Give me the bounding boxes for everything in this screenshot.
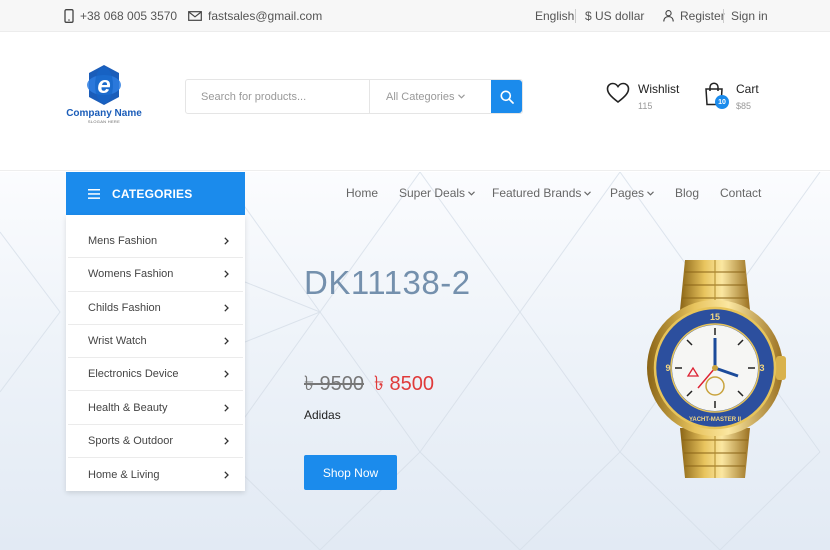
cart-count-badge: 10 bbox=[715, 95, 729, 109]
chevron-right-icon bbox=[224, 471, 229, 479]
category-label: Sports & Outdoor bbox=[88, 434, 173, 447]
price-row: ৳ 9500 ৳ 8500 bbox=[304, 369, 434, 402]
signin-label: Sign in bbox=[731, 9, 768, 23]
nav-label: Blog bbox=[675, 186, 700, 200]
shop-now-button[interactable]: Shop Now bbox=[304, 455, 397, 490]
search-input[interactable] bbox=[186, 80, 370, 113]
svg-text:15: 15 bbox=[710, 312, 720, 322]
category-dropdown-label: All Categories bbox=[386, 90, 455, 103]
chevron-right-icon bbox=[224, 270, 229, 279]
nav-pages[interactable]: Pages bbox=[610, 186, 654, 200]
register-link[interactable]: Register bbox=[663, 6, 725, 26]
nav-label: Pages bbox=[610, 186, 645, 200]
category-item-home-living[interactable]: Home & Living bbox=[68, 458, 243, 491]
register-label: Register bbox=[680, 9, 725, 23]
product-watch-image: 15 3 9 YACHT-MASTER II bbox=[647, 260, 786, 478]
logo-icon: e bbox=[87, 65, 121, 105]
nav-label: Super Deals bbox=[399, 186, 466, 200]
category-item-sports-outdoor[interactable]: Sports & Outdoor bbox=[68, 425, 243, 459]
email-contact[interactable]: fastsales@gmail.com bbox=[188, 6, 322, 26]
nav-label: Home bbox=[346, 186, 379, 200]
chevron-right-icon bbox=[224, 237, 229, 245]
chevron-down-icon bbox=[584, 190, 592, 196]
chevron-down-icon bbox=[468, 190, 475, 196]
user-icon bbox=[663, 10, 674, 22]
category-label: Home & Living bbox=[88, 468, 160, 481]
svg-text:9: 9 bbox=[665, 363, 670, 373]
heart-icon bbox=[606, 82, 630, 104]
category-item-mens-fashion[interactable]: Mens Fashion bbox=[68, 225, 243, 259]
wishlist-link[interactable]: Wishlist 115 bbox=[606, 82, 679, 111]
wishlist-label: Wishlist bbox=[638, 82, 680, 96]
nav-featured-brands[interactable]: Featured Brands bbox=[492, 186, 592, 200]
category-item-health-beauty[interactable]: Health & Beauty bbox=[68, 391, 243, 425]
chevron-down-icon bbox=[458, 94, 466, 99]
signin-link[interactable]: Sign in bbox=[731, 6, 768, 26]
logo[interactable]: e Company Name SLOGAN HERE bbox=[66, 63, 142, 125]
chevron-down-icon bbox=[647, 190, 654, 196]
dial-text: YACHT-MASTER II bbox=[689, 417, 741, 423]
currency-selector[interactable]: $ US dollar bbox=[585, 6, 644, 26]
category-label: Health & Beauty bbox=[88, 401, 168, 414]
search-icon bbox=[500, 90, 514, 104]
divider bbox=[575, 9, 576, 23]
chevron-right-icon bbox=[224, 403, 229, 412]
chevron-right-icon bbox=[224, 437, 229, 445]
category-label: Electronics Device bbox=[88, 368, 179, 381]
category-item-womens-fashion[interactable]: Womens Fashion bbox=[68, 258, 243, 292]
slogan: SLOGAN HERE bbox=[87, 119, 121, 124]
nav-label: Contact bbox=[720, 186, 762, 200]
nav-home[interactable]: Home bbox=[346, 186, 378, 200]
category-list: Mens Fashion Womens Fashion Childs Fashi… bbox=[66, 215, 245, 491]
chevron-right-icon bbox=[224, 370, 229, 378]
email-address: fastsales@gmail.com bbox=[208, 9, 323, 23]
site-header: e Company Name SLOGAN HERE All Categorie… bbox=[0, 33, 830, 171]
search-button[interactable] bbox=[491, 80, 522, 113]
sale-price: ৳ 8500 bbox=[374, 373, 435, 395]
cart-link[interactable]: 10 Cart $85 bbox=[704, 82, 759, 111]
category-label: Womens Fashion bbox=[88, 268, 174, 281]
mail-icon bbox=[188, 11, 202, 21]
search-bar: All Categories bbox=[185, 79, 523, 114]
nav-contact[interactable]: Contact bbox=[720, 186, 761, 200]
top-bar: +38 068 005 3570 fastsales@gmail.com Eng… bbox=[0, 0, 830, 32]
company-name: Company Name bbox=[66, 108, 142, 119]
cart-label: Cart bbox=[736, 82, 759, 96]
currency-label: $ US dollar bbox=[585, 9, 645, 23]
category-label: Childs Fashion bbox=[88, 301, 161, 314]
nav-label: Featured Brands bbox=[492, 186, 582, 200]
hero-section: CATEGORIES Mens Fashion Womens Fashion C… bbox=[0, 172, 830, 550]
product-brand: Adidas bbox=[304, 408, 341, 422]
phone-icon bbox=[64, 9, 74, 23]
chevron-right-icon bbox=[224, 304, 229, 312]
phone-number: +38 068 005 3570 bbox=[80, 9, 178, 23]
category-label: Mens Fashion bbox=[88, 235, 158, 248]
product-title: DK11138-2 bbox=[304, 264, 471, 301]
svg-text:e: e bbox=[97, 72, 110, 99]
nav-super-deals[interactable]: Super Deals bbox=[399, 186, 475, 200]
category-dropdown[interactable]: All Categories bbox=[370, 80, 491, 113]
category-item-wrist-watch[interactable]: Wrist Watch bbox=[68, 325, 243, 359]
phone-contact[interactable]: +38 068 005 3570 bbox=[64, 6, 177, 26]
category-item-electronics-device[interactable]: Electronics Device bbox=[68, 358, 243, 392]
nav-blog[interactable]: Blog bbox=[675, 186, 699, 200]
language-selector[interactable]: English bbox=[535, 6, 574, 26]
category-item-childs-fashion[interactable]: Childs Fashion bbox=[68, 292, 243, 325]
svg-text:3: 3 bbox=[759, 363, 764, 373]
divider bbox=[723, 9, 724, 23]
language-label: English bbox=[535, 9, 575, 23]
wishlist-count: 115 bbox=[638, 101, 653, 111]
cart-amount: $85 bbox=[736, 101, 752, 111]
old-price: ৳ 9500 bbox=[304, 373, 365, 395]
category-label: Wrist Watch bbox=[88, 335, 147, 348]
cart-icon-wrap: 10 bbox=[704, 82, 729, 109]
chevron-right-icon bbox=[224, 337, 229, 345]
main-nav: Home Super Deals Featured Brands Pages B… bbox=[0, 172, 830, 215]
